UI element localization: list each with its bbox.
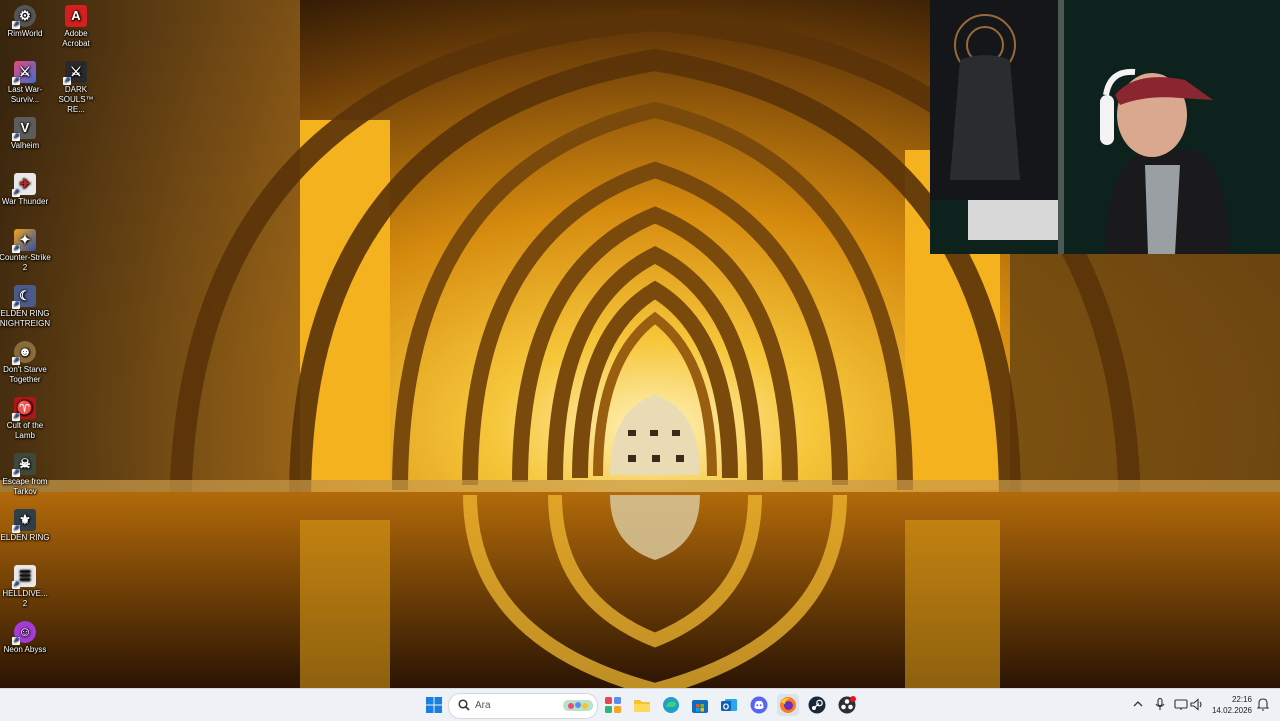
chevron-up-icon[interactable] [1133, 699, 1143, 709]
desktop-icon-helldivers[interactable]: ☰ ↗ HELLDIVE... 2 [0, 565, 51, 609]
notification-bell-icon[interactable] [1257, 698, 1269, 711]
desktop-icon-label: Neon Abyss [3, 645, 47, 654]
neon-abyss-icon: ☺ ↗ [12, 621, 36, 645]
rimworld-icon: ⚙ ↗ [12, 5, 36, 29]
desktop-icon-war-thunder[interactable]: ✈ ↗ War Thunder [0, 173, 51, 207]
desktop-icon-adobe-acrobat[interactable]: A Adobe Acrobat [50, 5, 102, 49]
dark-souls-icon: ⚔ ↗ [63, 61, 87, 85]
outlook-button[interactable]: O [718, 694, 740, 716]
webcam-overlay [930, 0, 1280, 254]
desktop-icon-dark-souls[interactable]: ⚔ ↗ DARK SOULS™ RE... [50, 61, 102, 115]
steam-icon [808, 696, 826, 714]
network-icon[interactable] [1174, 698, 1188, 711]
file-explorer-button[interactable] [631, 694, 653, 716]
desktop-icon-label: Last War-Surviv... [7, 85, 43, 104]
obs-button[interactable] [836, 694, 858, 716]
tarkov-icon: ☠ ↗ [12, 453, 36, 477]
steam-button[interactable] [806, 694, 828, 716]
edge-icon [663, 697, 679, 713]
desktop-icon-label: Valheim [10, 141, 40, 150]
desktop-icon-label: Escape from Tarkov [2, 477, 48, 496]
volume-icon[interactable] [1190, 698, 1204, 711]
microphone-icon[interactable] [1155, 698, 1165, 711]
last-war-icon: ⚔ ↗ [12, 61, 36, 85]
taskbar: Ara O 22:16 14.02.2026 [0, 688, 1280, 721]
cult-of-the-lamb-icon: ♈ ↗ [12, 397, 36, 421]
system-clock[interactable]: 22:16 14.02.2026 [1212, 694, 1252, 716]
desktop-icon-label: War Thunder [1, 197, 49, 206]
nightreign-icon: ☾ ↗ [12, 285, 36, 309]
desktop-icon-rimworld[interactable]: ⚙ ↗ RimWorld [0, 5, 51, 39]
elden-ring-icon: ⚜ ↗ [12, 509, 36, 533]
taskbar-search[interactable]: Ara [448, 693, 598, 719]
war-thunder-icon: ✈ ↗ [12, 173, 36, 197]
firefox-icon [780, 697, 796, 713]
obs-icon [838, 696, 856, 714]
desktop-icon-label: Don't Starve Together [3, 365, 47, 384]
desktop-icon-cult-of-the-lamb[interactable]: ♈ ↗ Cult of the Lamb [0, 397, 51, 441]
desktop-icon-label: ELDEN RING NIGHTREIGN [0, 309, 51, 328]
desktop-icon-label: ELDEN RING [0, 533, 50, 542]
start-button[interactable] [423, 694, 445, 716]
file-explorer-icon [634, 700, 650, 712]
desktop-icon-label: DARK SOULS™ RE... [58, 85, 94, 114]
microsoft-store-button[interactable] [689, 694, 711, 716]
svg-text:O: O [723, 703, 729, 712]
desktop-icon-label: Counter-Strike 2 [0, 253, 51, 272]
desktop-icon-neon-abyss[interactable]: ☺ ↗ Neon Abyss [0, 621, 51, 655]
search-icon [458, 699, 470, 711]
valheim-icon: V ↗ [12, 117, 36, 141]
desktop-icon-label: Cult of the Lamb [6, 421, 44, 440]
counter-strike-icon: ✦ ↗ [12, 229, 36, 253]
search-placeholder: Ara [475, 700, 491, 711]
firefox-button[interactable] [777, 694, 799, 716]
desktop-icon-counter-strike[interactable]: ✦ ↗ Counter-Strike 2 [0, 229, 51, 273]
dont-starve-icon: ☻ ↗ [12, 341, 36, 365]
microsoft-store-icon [692, 700, 708, 713]
helldivers-icon: ☰ ↗ [12, 565, 36, 589]
acrobat-icon: A [65, 5, 87, 27]
desktop-icon-label: RimWorld [7, 29, 43, 38]
desktop-icon-dont-starve[interactable]: ☻ ↗ Don't Starve Together [0, 341, 51, 385]
discord-button[interactable] [748, 694, 770, 716]
clock-time: 22:16 [1231, 695, 1252, 704]
desktop-icon-nightreign[interactable]: ☾ ↗ ELDEN RING NIGHTREIGN [0, 285, 51, 329]
edge-button[interactable] [660, 694, 682, 716]
search-highlight-icon [563, 700, 593, 711]
desktop-icon-label: HELLDIVE... 2 [2, 589, 48, 608]
desktop-icon-valheim[interactable]: V ↗ Valheim [0, 117, 51, 151]
clock-date: 14.02.2026 [1211, 706, 1252, 715]
widgets-icon [605, 697, 621, 713]
widgets-button[interactable] [602, 694, 624, 716]
desktop-icon-label: Adobe Acrobat [62, 29, 90, 48]
desktop-icon-elden-ring[interactable]: ⚜ ↗ ELDEN RING [0, 509, 51, 543]
windows-start-icon [426, 697, 442, 713]
discord-icon [750, 696, 768, 714]
desktop-icon-last-war[interactable]: ⚔ ↗ Last War-Surviv... [0, 61, 51, 105]
desktop-icon-tarkov[interactable]: ☠ ↗ Escape from Tarkov [0, 453, 51, 497]
outlook-icon: O [721, 699, 737, 712]
